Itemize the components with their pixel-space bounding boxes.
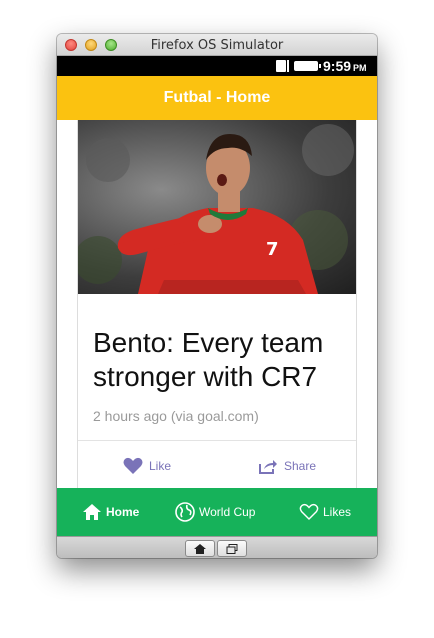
battery-icon [294,61,321,71]
tab-likes[interactable]: Likes [299,488,351,536]
clock-ampm: PM [353,63,367,73]
article-photo[interactable]: 7 [78,120,356,294]
tab-home[interactable]: Home [82,488,139,536]
news-card[interactable]: 7 Bento: Every team stronger with CR7 2 … [77,120,357,488]
like-label: Like [149,459,172,473]
device-screen: 9:59 PM Futbal - Home 7 Bento: Every tea… [57,56,377,536]
like-button[interactable]: Like [123,456,171,476]
article-meta: 2 hours ago (via goal.com) [93,408,259,424]
card-view-button[interactable] [217,540,247,557]
window-title: Firefox OS Simulator [150,38,284,53]
share-icon [259,460,277,474]
simulator-window: Firefox OS Simulator 9:59 PM Futbal - Hom… [57,34,377,558]
tab-likes-label: Likes [323,505,352,519]
news-feed[interactable]: 7 Bento: Every team stronger with CR7 2 … [57,120,377,488]
bottom-tab-bar: Home World Cup Likes [57,488,377,536]
home-icon [194,543,206,554]
simulator-toolbar [57,536,377,558]
svg-text:7: 7 [266,239,279,260]
sim-card-icon [276,60,289,72]
window-titlebar[interactable]: Firefox OS Simulator [57,34,377,56]
clock-time: 9:59 [323,58,352,74]
status-clock: 9:59 PM [323,58,367,74]
heart-icon [123,457,143,474]
tab-world-cup[interactable]: World Cup [175,488,255,536]
globe-icon [175,502,195,522]
article-title[interactable]: Bento: Every team stronger with CR7 [93,326,348,394]
heart-outline-icon [299,503,319,520]
home-icon [83,504,101,520]
status-bar: 9:59 PM [57,56,377,76]
cards-icon [226,543,238,554]
tab-home-label: Home [106,505,140,519]
tab-world-cup-label: World Cup [199,505,256,519]
app-header: Futbal - Home [57,76,377,120]
photo-illustration: 7 [78,124,354,294]
share-label: Share [284,459,317,473]
card-divider [78,440,356,441]
device-home-button[interactable] [185,540,215,557]
share-button[interactable]: Share [258,456,316,476]
